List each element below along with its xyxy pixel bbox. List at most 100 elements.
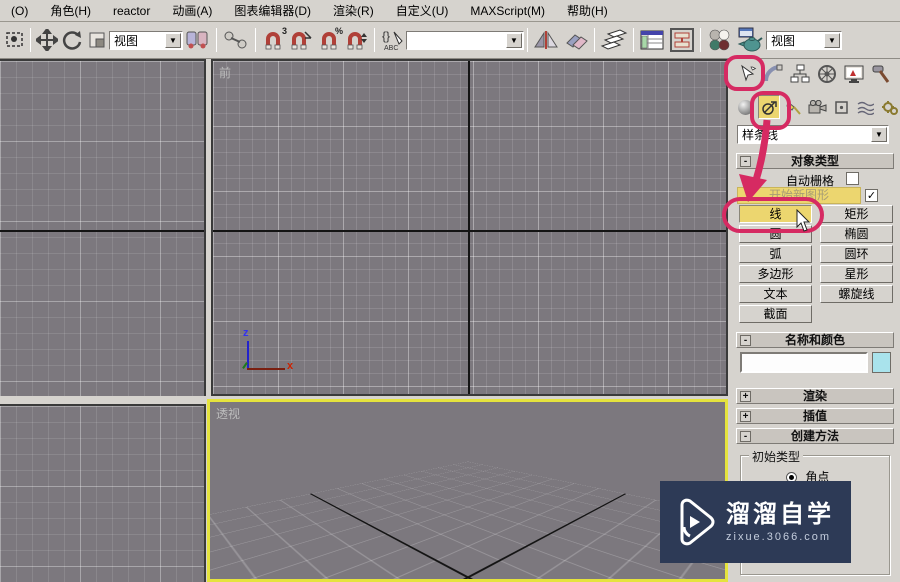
viewport-perspective-label: 透视 bbox=[216, 407, 241, 421]
reference-coordinate-dropdown[interactable]: 视图 ▼ bbox=[109, 30, 183, 50]
shape-button-text[interactable]: 文本 bbox=[739, 285, 812, 303]
axis-x-label: x bbox=[287, 360, 294, 372]
shape-button-rectangle[interactable]: 矩形 bbox=[820, 205, 893, 223]
curve-editor-icon[interactable] bbox=[637, 27, 667, 53]
expand-icon[interactable]: + bbox=[740, 411, 751, 422]
tab-hierarchy[interactable] bbox=[786, 60, 813, 87]
reference-coordinate-value: 视图 bbox=[114, 33, 139, 48]
rollout-rendering[interactable]: + 渲染 bbox=[736, 388, 894, 404]
watermark-text: 溜溜自学 zixue.3066.com bbox=[726, 500, 834, 543]
rollout-creation-method[interactable]: - 创建方法 bbox=[736, 428, 894, 444]
object-name-input[interactable] bbox=[740, 352, 868, 373]
main-toolbar: 视图 ▼ 3 % {} ABC ▼ 视图 ▼ bbox=[0, 22, 900, 59]
select-region-icon[interactable] bbox=[2, 27, 27, 53]
expand-icon[interactable]: + bbox=[740, 391, 751, 402]
manipulate-icon[interactable] bbox=[183, 27, 213, 53]
watermark-brand: 溜溜自学 bbox=[726, 500, 834, 528]
chevron-down-icon[interactable]: ▼ bbox=[506, 32, 522, 48]
named-selection-sets-icon[interactable]: {} ABC bbox=[378, 27, 406, 53]
viewport-left-bottom[interactable] bbox=[0, 404, 206, 582]
shape-button-donut[interactable]: 圆环 bbox=[820, 245, 893, 263]
collapse-icon[interactable]: - bbox=[740, 156, 751, 167]
rollout-interpolation-title: 插值 bbox=[802, 409, 827, 423]
perspective-ground-grid bbox=[210, 402, 725, 579]
rollout-rendering-title: 渲染 bbox=[802, 389, 827, 403]
mirror-icon[interactable] bbox=[531, 27, 561, 53]
annotation-circle-create-tab bbox=[724, 55, 765, 91]
menu-item-rendering[interactable]: 渲染(R) bbox=[322, 1, 385, 21]
angle-snap-icon[interactable] bbox=[287, 27, 315, 53]
toolbar-separator bbox=[255, 28, 256, 52]
toolbar-separator bbox=[374, 28, 375, 52]
rollout-interpolation[interactable]: + 插值 bbox=[736, 408, 894, 424]
spinner-snap-icon[interactable] bbox=[343, 27, 371, 53]
menu-item-help[interactable]: 帮助(H) bbox=[556, 1, 619, 21]
menu-item-customize[interactable]: 自定义(U) bbox=[385, 1, 460, 21]
select-scale-icon[interactable] bbox=[84, 27, 109, 53]
render-view-dropdown[interactable]: 视图 ▼ bbox=[766, 30, 842, 50]
subcategory-systems-icon[interactable] bbox=[878, 95, 900, 119]
annotation-circle-shapes-icon bbox=[750, 91, 791, 130]
select-rotate-icon[interactable] bbox=[59, 27, 84, 53]
chevron-down-icon[interactable]: ▼ bbox=[165, 32, 181, 48]
collapse-icon[interactable]: - bbox=[740, 335, 751, 346]
shape-button-polygon[interactable]: 多边形 bbox=[739, 265, 812, 283]
shape-button-helix[interactable]: 螺旋线 bbox=[820, 285, 893, 303]
grid-axis-line-vertical bbox=[468, 61, 470, 394]
render-view-value: 视图 bbox=[771, 33, 796, 48]
rollout-creation-method-title: 创建方法 bbox=[790, 429, 839, 443]
check-icon: ✓ bbox=[866, 190, 877, 202]
watermark-url: zixue.3066.com bbox=[726, 530, 832, 543]
menu-item-maxscript[interactable]: MAXScript(M) bbox=[459, 1, 556, 21]
toolbar-separator bbox=[30, 28, 31, 52]
viewport-perspective[interactable]: 透视 bbox=[207, 399, 728, 582]
chevron-down-icon[interactable]: ▼ bbox=[871, 127, 887, 142]
viewport-left-top[interactable] bbox=[0, 59, 206, 396]
ground-axis-line bbox=[210, 493, 627, 579]
play-logo-icon bbox=[680, 498, 715, 546]
tab-display[interactable] bbox=[840, 60, 867, 87]
viewport-front-label: 前 bbox=[219, 66, 232, 80]
viewport-front[interactable]: 前 z x bbox=[211, 59, 728, 396]
material-editor-icon[interactable] bbox=[704, 27, 734, 53]
svg-text:ABC: ABC bbox=[384, 45, 398, 52]
shape-button-star[interactable]: 星形 bbox=[820, 265, 893, 283]
start-new-shape-checkbox[interactable]: ✓ bbox=[865, 189, 878, 202]
shape-button-ellipse[interactable]: 椭圆 bbox=[820, 225, 893, 243]
tab-utilities[interactable] bbox=[867, 60, 894, 87]
subcategory-space-warps-icon[interactable] bbox=[854, 95, 876, 119]
menu-item-reactor[interactable]: reactor bbox=[102, 1, 161, 21]
rollout-object-type-title: 对象类型 bbox=[790, 154, 839, 168]
menu-item-o[interactable]: (O) bbox=[0, 1, 39, 21]
render-setup-icon[interactable] bbox=[734, 27, 766, 53]
chevron-down-icon[interactable]: ▼ bbox=[824, 32, 840, 48]
tab-motion[interactable] bbox=[813, 60, 840, 87]
percent-snap-icon[interactable]: % bbox=[315, 26, 343, 53]
subcategory-helpers-icon[interactable] bbox=[830, 95, 852, 119]
snap-toggle-3d-icon[interactable]: 3 bbox=[259, 26, 287, 53]
annotation-circle-line-button bbox=[722, 197, 824, 233]
shape-button-section[interactable]: 截面 bbox=[739, 305, 812, 323]
menu-item-graph-editors[interactable]: 图表编辑器(D) bbox=[223, 1, 322, 21]
axis-z-label: z bbox=[243, 327, 249, 339]
autogrid-checkbox[interactable] bbox=[846, 172, 859, 185]
shape-button-arc[interactable]: 弧 bbox=[739, 245, 812, 263]
axis-gizmo: z x bbox=[239, 327, 299, 377]
menu-item-animation[interactable]: 动画(A) bbox=[161, 1, 223, 21]
schematic-view-icon[interactable] bbox=[667, 27, 697, 53]
rollout-name-and-color[interactable]: - 名称和颜色 bbox=[736, 332, 894, 348]
menu-bar: (O) 角色(H) reactor 动画(A) 图表编辑器(D) 渲染(R) 自… bbox=[0, 0, 900, 22]
rollout-object-type[interactable]: - 对象类型 bbox=[736, 153, 894, 169]
object-color-swatch[interactable] bbox=[872, 352, 891, 373]
collapse-icon[interactable]: - bbox=[740, 431, 751, 442]
subcategory-cameras-icon[interactable] bbox=[806, 95, 828, 119]
select-move-icon[interactable] bbox=[34, 27, 59, 53]
axis-z-line bbox=[247, 341, 249, 369]
menu-item-character[interactable]: 角色(H) bbox=[39, 1, 102, 21]
layer-manager-icon[interactable] bbox=[598, 27, 630, 53]
named-selection-dropdown[interactable]: ▼ bbox=[406, 30, 524, 50]
align-icon[interactable] bbox=[561, 27, 591, 53]
select-and-link-icon[interactable] bbox=[220, 27, 252, 53]
toolbar-separator bbox=[594, 28, 595, 52]
grid-axis-line bbox=[0, 230, 204, 232]
